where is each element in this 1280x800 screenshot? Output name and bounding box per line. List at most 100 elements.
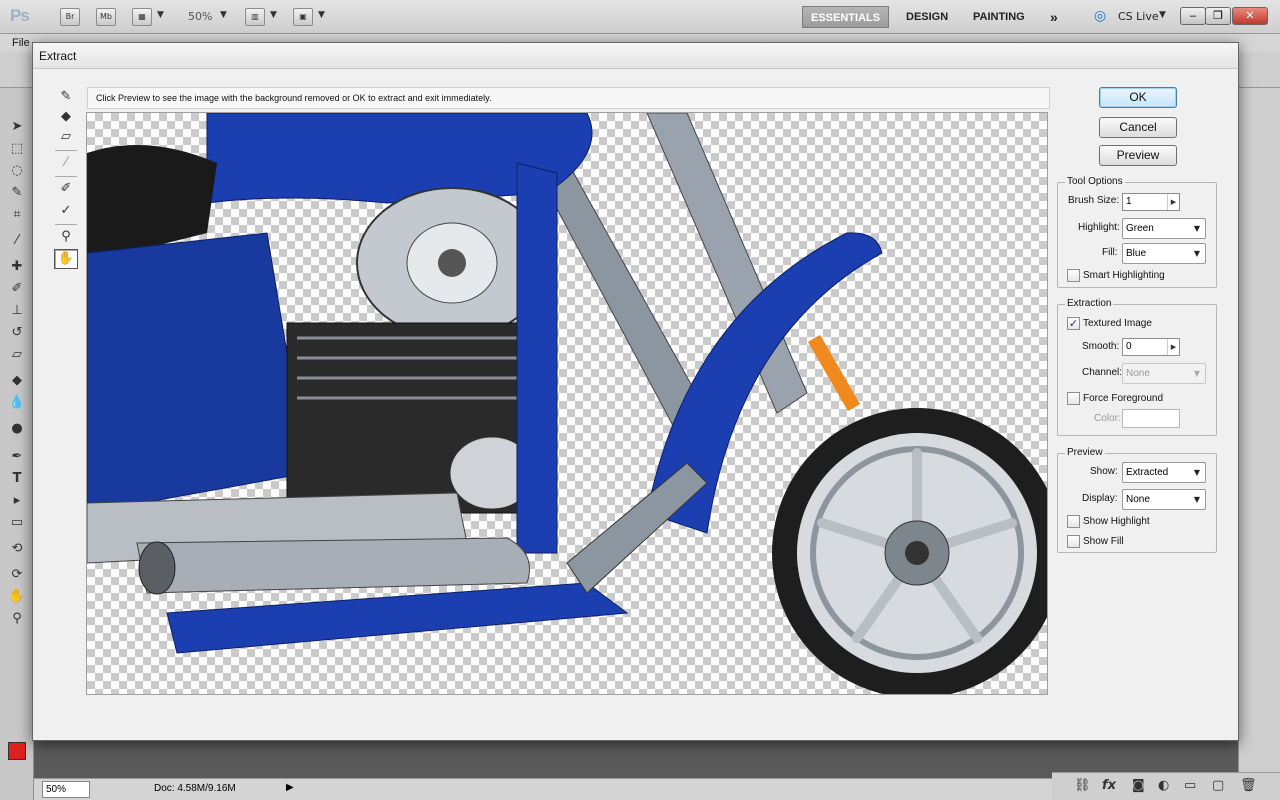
ok-button[interactable]: OK: [1099, 87, 1177, 108]
extract-dialog: Extract ✎ ◆ ▱ ⁄ ✐ ✓ ⚲ ✋ Click Preview to…: [32, 42, 1239, 741]
cleanup-icon[interactable]: ✐: [54, 179, 78, 199]
hint-bar: Click Preview to see the image with the …: [87, 87, 1050, 109]
paint-bucket-icon[interactable]: ◆: [8, 372, 26, 390]
tool-separator: [55, 224, 77, 225]
force-foreground-checkbox[interactable]: [1067, 392, 1080, 405]
3d-rotate-icon[interactable]: ⟲: [8, 540, 26, 558]
maximize-button[interactable]: ❐: [1205, 7, 1231, 25]
tool-separator: [55, 150, 77, 151]
menu-file[interactable]: File: [12, 37, 30, 49]
zoom-icon[interactable]: ⚲: [54, 227, 78, 247]
chevron-down-icon: ▼: [1193, 224, 1201, 233]
highlight-select[interactable]: Green ▼: [1122, 218, 1206, 239]
dodge-tool-icon[interactable]: ●: [8, 420, 26, 438]
show-label: Show:: [1090, 466, 1118, 477]
edge-highlighter-icon[interactable]: ✎: [54, 87, 78, 107]
channel-label: Channel:: [1082, 367, 1123, 378]
blur-tool-icon[interactable]: 💧: [8, 394, 26, 412]
workspace-design[interactable]: DESIGN: [898, 6, 956, 28]
brush-size-label: Brush Size:: [1068, 195, 1120, 206]
preview-button[interactable]: Preview: [1099, 145, 1177, 166]
stamp-tool-icon[interactable]: ⊥: [8, 302, 26, 320]
view-extras-button[interactable]: ▦: [132, 8, 152, 26]
status-zoom-field[interactable]: 50%: [42, 781, 90, 798]
foreground-color-box[interactable]: [1122, 409, 1180, 428]
path-selection-icon[interactable]: ▸: [8, 492, 26, 510]
mini-bridge-button[interactable]: Mb: [96, 8, 116, 26]
chevron-down-icon[interactable]: ▼: [270, 10, 277, 20]
triangle-right-icon[interactable]: ▶: [1167, 194, 1179, 210]
smooth-value: 0: [1126, 341, 1132, 352]
hand-tool-icon[interactable]: ✋: [8, 588, 26, 606]
extract-preview-canvas[interactable]: [86, 112, 1048, 695]
smart-highlighting-checkbox[interactable]: [1067, 269, 1080, 282]
channel-select[interactable]: None ▼: [1122, 363, 1206, 384]
fill-select[interactable]: Blue ▼: [1122, 243, 1206, 264]
chevron-down-icon[interactable]: ▼: [220, 10, 227, 20]
show-select[interactable]: Extracted ▼: [1122, 462, 1206, 483]
foreground-color-swatch[interactable]: [8, 742, 26, 760]
minimize-button[interactable]: ‒: [1180, 7, 1206, 25]
fill-bucket-icon[interactable]: ◆: [54, 107, 78, 127]
workspace-painting[interactable]: PAINTING: [965, 6, 1033, 28]
display-select[interactable]: None ▼: [1122, 489, 1206, 510]
textured-image-checkbox[interactable]: ✓: [1067, 317, 1080, 330]
show-highlight-checkbox[interactable]: [1067, 515, 1080, 528]
type-tool-icon[interactable]: T: [8, 470, 26, 488]
highlight-value: Green: [1126, 223, 1154, 234]
bridge-button[interactable]: Br: [60, 8, 80, 26]
eraser-tool-icon[interactable]: ▱: [8, 346, 26, 364]
triangle-right-icon[interactable]: ▶: [286, 782, 294, 793]
brush-size-field[interactable]: 1 ▶: [1122, 193, 1180, 211]
layer-mask-icon[interactable]: ◙: [1132, 778, 1145, 793]
show-fill-checkbox[interactable]: [1067, 535, 1080, 548]
smooth-field[interactable]: 0 ▶: [1122, 338, 1180, 356]
link-layers-icon[interactable]: ⛓: [1074, 778, 1091, 793]
brush-tool-icon[interactable]: ✐: [8, 280, 26, 298]
history-brush-icon[interactable]: ↺: [8, 324, 26, 342]
brush-size-value: 1: [1126, 196, 1132, 207]
screen-mode-button[interactable]: ▣: [293, 8, 313, 26]
chevron-down-icon: ▼: [1193, 468, 1201, 477]
group-title: Preview: [1065, 447, 1105, 458]
chevron-down-icon: ▼: [1193, 495, 1201, 504]
arrange-documents-button[interactable]: ▥: [245, 8, 265, 26]
healing-brush-icon[interactable]: ✚: [8, 258, 26, 276]
edge-touchup-icon[interactable]: ✓: [54, 201, 78, 221]
layers-panel-footer: ⛓ fx ◙ ◐ ▭ ▢ 🗑: [1052, 772, 1280, 800]
zoom-level[interactable]: 50%: [188, 10, 212, 23]
triangle-right-icon[interactable]: ▶: [1167, 339, 1179, 355]
photoshop-logo: Ps: [10, 6, 30, 25]
cancel-button[interactable]: Cancel: [1099, 117, 1177, 138]
marquee-tool-icon[interactable]: ⬚: [8, 140, 26, 158]
lasso-tool-icon[interactable]: ◌: [8, 162, 26, 180]
chevron-down-icon[interactable]: ▼: [157, 10, 164, 20]
shape-tool-icon[interactable]: ▭: [8, 514, 26, 532]
group-folder-icon[interactable]: ▭: [1184, 778, 1196, 793]
fx-icon[interactable]: fx: [1102, 778, 1116, 793]
fill-label: Fill:: [1102, 247, 1118, 258]
hand-icon[interactable]: ✋: [54, 249, 78, 269]
chevron-down-icon[interactable]: ▼: [318, 10, 325, 20]
zoom-tool-icon[interactable]: ⚲: [8, 610, 26, 628]
extraction-group: Extraction ✓ Textured Image Smooth: 0 ▶ …: [1057, 298, 1217, 436]
group-title: Tool Options: [1065, 176, 1125, 187]
eyedropper-tool-icon[interactable]: ⁄: [8, 232, 26, 250]
eraser-icon[interactable]: ▱: [54, 127, 78, 147]
close-button[interactable]: ✕: [1232, 7, 1268, 25]
3d-orbit-icon[interactable]: ⟳: [8, 566, 26, 584]
color-label: Color:: [1094, 413, 1121, 424]
trash-icon[interactable]: 🗑: [1240, 778, 1257, 793]
workspace-essentials[interactable]: ESSENTIALS: [802, 6, 890, 28]
crop-tool-icon[interactable]: ⌗: [8, 206, 26, 224]
double-chevron-right-icon[interactable]: »: [1042, 6, 1066, 28]
quick-selection-icon[interactable]: ✎: [8, 184, 26, 202]
chevron-down-icon[interactable]: ▼: [1159, 10, 1166, 20]
textured-image-label: Textured Image: [1083, 318, 1152, 329]
eyedropper-icon[interactable]: ⁄: [54, 153, 78, 173]
pen-tool-icon[interactable]: ✒: [8, 448, 26, 466]
move-tool-icon[interactable]: ➤: [8, 118, 26, 136]
adjustment-layer-icon[interactable]: ◐: [1158, 778, 1169, 793]
cs-live-menu[interactable]: CS Live: [1118, 10, 1159, 23]
new-layer-icon[interactable]: ▢: [1212, 778, 1224, 793]
